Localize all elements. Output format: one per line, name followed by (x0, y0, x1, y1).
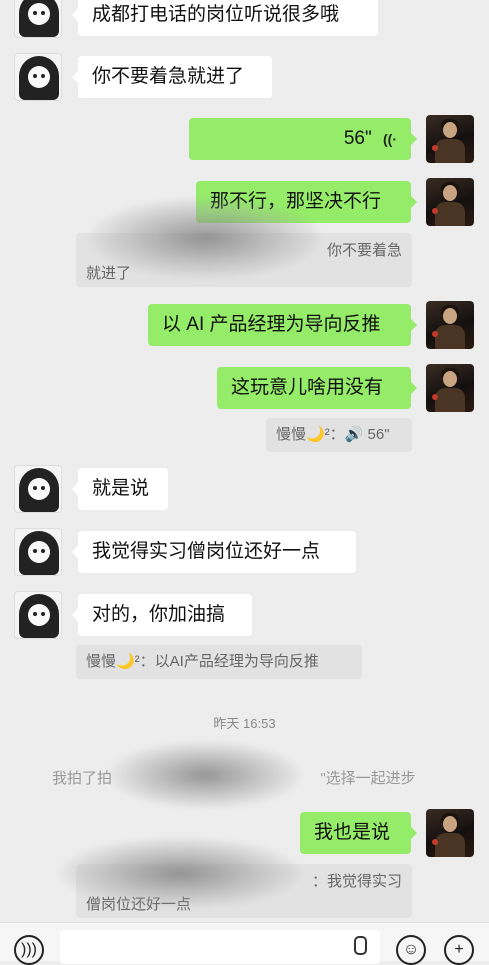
message-bubble[interactable]: 对的，你加油搞 (72, 594, 252, 636)
avatar-contact[interactable] (14, 53, 62, 101)
message-bubble[interactable]: 以 AI 产品经理为导向反推 (148, 304, 417, 346)
message-text: 以 AI 产品经理为导向反推 (162, 314, 381, 335)
redaction-smudge (60, 838, 300, 908)
message-bubble[interactable]: 你不要着急就进了 (72, 56, 272, 98)
avatar-contact[interactable] (14, 0, 62, 38)
avatar-contact[interactable] (14, 465, 62, 513)
avatar-contact[interactable] (14, 528, 62, 576)
message-text: 对的，你加油搞 (92, 604, 226, 625)
avatar-self[interactable] (426, 809, 474, 857)
voice-message-bubble[interactable]: 56" ((· (189, 118, 417, 160)
quote-text: 慢慢🌙²：以AI产品经理为导向反推 (86, 653, 319, 670)
message-input[interactable] (60, 930, 380, 964)
message-bubble[interactable]: 这玩意儿啥用没有 (217, 367, 417, 409)
quoted-message[interactable]: 慢慢🌙²：以AI产品经理为导向反推 (76, 645, 362, 679)
emoji-icon[interactable]: ☺ (396, 935, 426, 965)
voice-wave-icon: ((· (383, 131, 397, 147)
system-notice-right: "选择一起进步 (320, 770, 416, 787)
message-text: 这玩意儿啥用没有 (231, 377, 384, 398)
microphone-icon[interactable] (354, 936, 367, 955)
message-text: 我也是说 (314, 822, 391, 843)
message-text: 就是说 (92, 478, 150, 499)
avatar-self[interactable] (426, 178, 474, 226)
redaction-smudge (90, 198, 320, 278)
voice-input-icon[interactable]: ))) (14, 935, 44, 965)
message-bubble[interactable]: 我也是说 (300, 812, 417, 854)
avatar-self[interactable] (426, 364, 474, 412)
voice-duration: 56" (343, 128, 372, 149)
avatar-contact[interactable] (14, 591, 62, 639)
message-bubble[interactable]: 就是说 (72, 468, 168, 510)
message-text: 你不要着急就进了 (92, 66, 245, 87)
message-text: 我觉得实习僧岗位还好一点 (92, 541, 321, 562)
quoted-message[interactable]: 慢慢🌙²：🔊 56" (266, 418, 412, 452)
message-bubble[interactable]: 成都打电话的岗位听说很多哦 (72, 0, 378, 36)
redaction-smudge (110, 742, 300, 808)
timestamp: 昨天 16:53 (213, 716, 276, 731)
plus-icon[interactable]: + (444, 935, 474, 965)
avatar-self[interactable] (426, 301, 474, 349)
message-text: 成都打电话的岗位听说很多哦 (92, 4, 340, 25)
system-notice-left: 我拍了拍 (52, 770, 113, 787)
quote-text: 慢慢🌙²：🔊 56" (276, 426, 390, 443)
avatar-self[interactable] (426, 115, 474, 163)
input-bar: ))) ☺ + (0, 922, 489, 965)
message-bubble[interactable]: 我觉得实习僧岗位还好一点 (72, 531, 356, 573)
